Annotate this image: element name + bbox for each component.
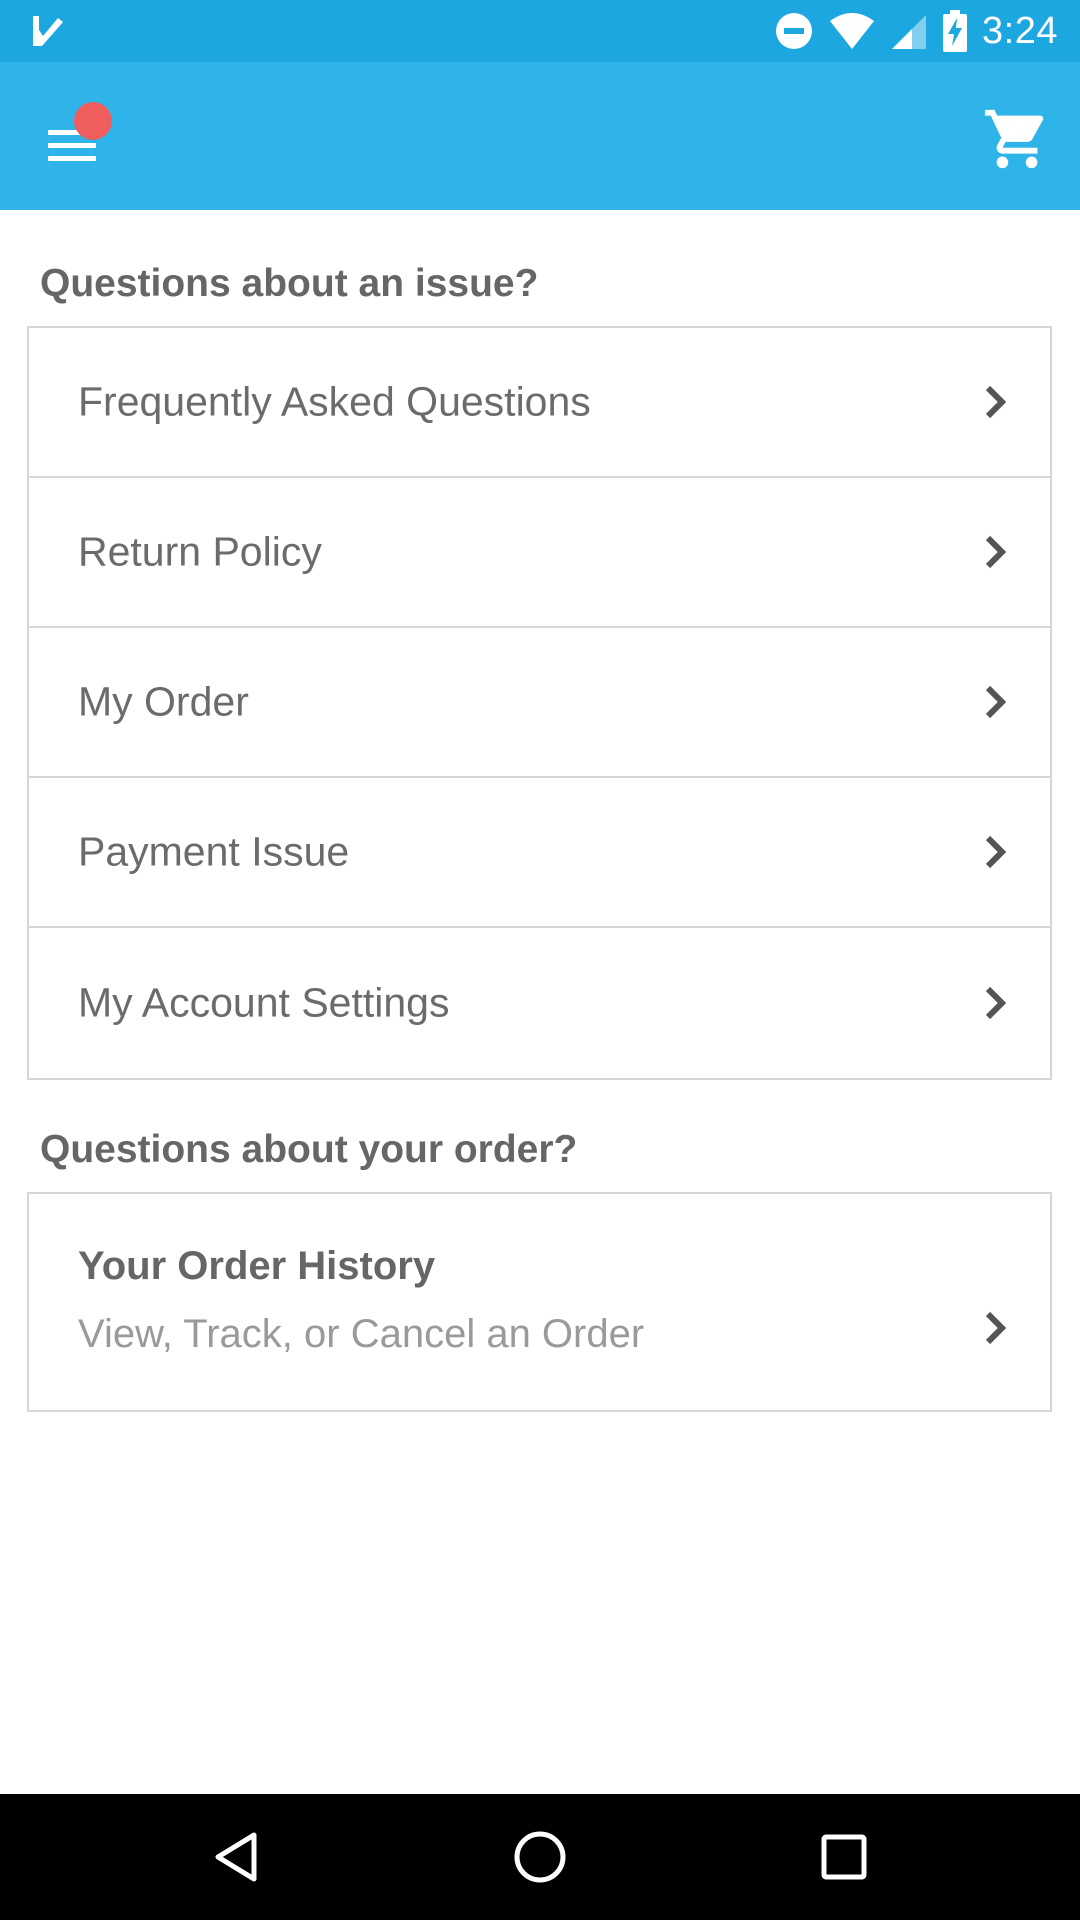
shopping-cart-icon[interactable]: [982, 104, 1052, 174]
chevron-right-icon: [985, 535, 1006, 569]
list-item-label: My Order: [78, 678, 249, 725]
chevron-right-icon: [985, 835, 1006, 869]
list-item-account-settings[interactable]: My Account Settings: [29, 928, 1050, 1078]
navigation-bar: [0, 1794, 1080, 1920]
recents-icon[interactable]: [814, 1827, 874, 1887]
chevron-right-icon: [985, 385, 1006, 419]
app-bar: [0, 62, 1080, 210]
menu-button[interactable]: [40, 102, 120, 178]
chevron-right-icon: [985, 1311, 1006, 1345]
status-bar: 3:24: [0, 0, 1080, 62]
issues-list: Frequently Asked Questions Return Policy…: [27, 326, 1052, 1080]
list-item-label: My Account Settings: [78, 979, 450, 1026]
notification-badge: [74, 102, 112, 140]
checkmark-notification-icon: [33, 16, 63, 46]
list-item-label: Payment Issue: [78, 828, 350, 875]
order-history-title: Your Order History: [78, 1244, 436, 1288]
list-item-label: Return Policy: [78, 528, 322, 575]
do-not-disturb-icon: [776, 13, 813, 49]
list-item-return-policy[interactable]: Return Policy: [29, 478, 1050, 628]
list-item-my-order[interactable]: My Order: [29, 628, 1050, 778]
chevron-right-icon: [985, 986, 1006, 1020]
status-icons: 3:24: [774, 0, 1058, 62]
order-section-title: Questions about your order?: [40, 1128, 578, 1171]
back-icon[interactable]: [208, 1827, 268, 1887]
home-icon[interactable]: [510, 1827, 570, 1887]
list-item-payment-issue[interactable]: Payment Issue: [29, 778, 1050, 928]
chevron-right-icon: [985, 685, 1006, 719]
battery-charging-icon: [943, 10, 968, 52]
signal-icon: [892, 15, 927, 49]
wifi-icon: [830, 13, 875, 49]
order-history-item[interactable]: Your Order History View, Track, or Cance…: [29, 1194, 1050, 1410]
list-item-faq[interactable]: Frequently Asked Questions: [29, 328, 1050, 478]
list-item-label: Frequently Asked Questions: [78, 378, 591, 425]
issues-section-title: Questions about an issue?: [40, 262, 539, 305]
status-time: 3:24: [982, 9, 1058, 52]
order-history-list: Your Order History View, Track, or Cance…: [27, 1192, 1052, 1412]
order-history-subtitle: View, Track, or Cancel an Order: [78, 1312, 645, 1356]
